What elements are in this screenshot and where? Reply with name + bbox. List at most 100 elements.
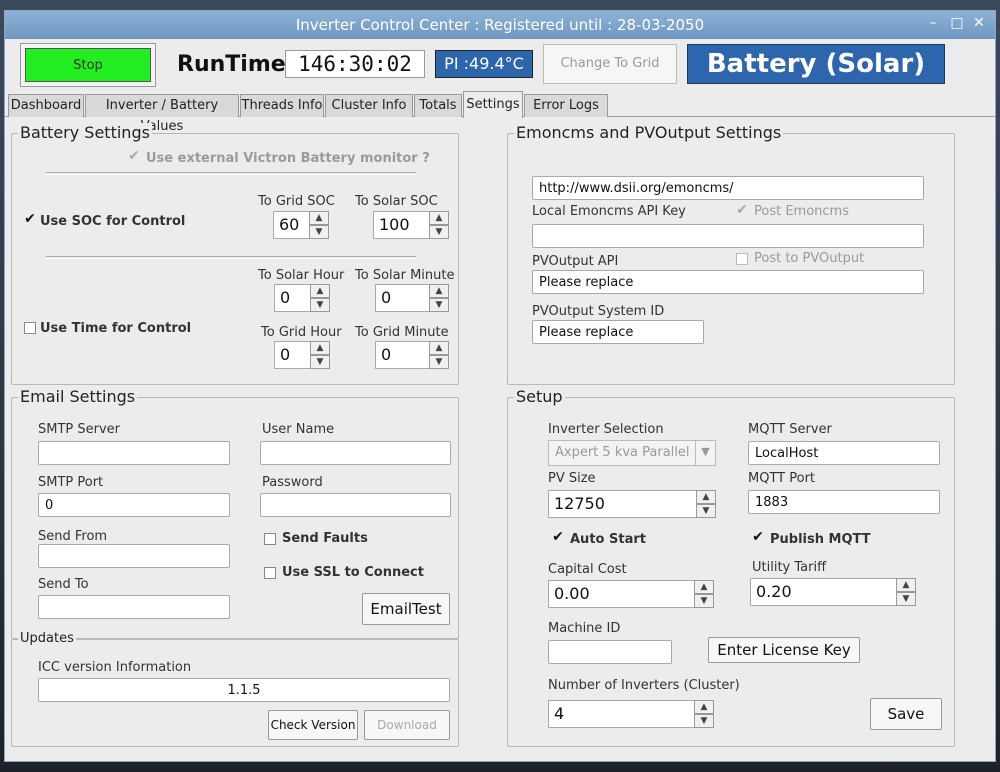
num-inverters-value[interactable]: 4 bbox=[548, 700, 694, 728]
toolbar: Stop RunTime 146:30:02 PI :49.4°C Change… bbox=[5, 39, 995, 95]
send-from-input[interactable] bbox=[38, 544, 230, 568]
to-grid-hour-value[interactable]: 0 bbox=[274, 341, 310, 369]
inverter-selection-dropdown[interactable]: Axpert 5 kva Parallel ▼ bbox=[548, 440, 716, 466]
title-bar[interactable]: Inverter Control Center : Registered unt… bbox=[5, 11, 995, 39]
change-to-grid-button[interactable]: Change To Grid bbox=[543, 44, 677, 84]
emoncms-url-input[interactable]: http://www.dsii.org/emoncms/ bbox=[532, 176, 924, 200]
spin-up-icon[interactable]: ▲ bbox=[429, 211, 449, 225]
tab-threads-info[interactable]: Threads Info bbox=[240, 94, 324, 117]
to-solar-soc-spinbox[interactable]: 100 ▲ ▼ bbox=[373, 211, 449, 239]
email-test-button[interactable]: EmailTest bbox=[362, 593, 450, 625]
pv-size-spinbox[interactable]: 12750 ▲ ▼ bbox=[548, 490, 716, 518]
runtime-label: RunTime bbox=[177, 52, 286, 77]
spin-down-icon[interactable]: ▼ bbox=[310, 298, 330, 312]
to-grid-hour-spinbox[interactable]: 0 ▲ ▼ bbox=[274, 341, 330, 369]
victron-checkbox[interactable]: ✔ bbox=[128, 149, 140, 163]
spin-down-icon[interactable]: ▼ bbox=[310, 355, 330, 369]
maximize-icon[interactable]: □ bbox=[947, 15, 967, 33]
utility-tariff-spinbox[interactable]: 0.20 ▲ ▼ bbox=[750, 578, 916, 606]
emoncms-pvoutput-group: Emoncms and PVOutput Settings http://www… bbox=[507, 123, 955, 385]
utility-tariff-label: Utility Tariff bbox=[752, 560, 827, 575]
spin-down-icon[interactable]: ▼ bbox=[429, 355, 449, 369]
smtp-server-input[interactable] bbox=[38, 441, 230, 465]
smtp-port-input[interactable]: 0 bbox=[38, 493, 230, 517]
post-emoncms-checkbox[interactable]: ✔ bbox=[736, 203, 748, 217]
enter-license-key-button[interactable]: Enter License Key bbox=[708, 637, 860, 663]
send-faults-checkbox[interactable] bbox=[264, 533, 276, 545]
tab-cluster-info[interactable]: Cluster Info bbox=[325, 94, 413, 117]
num-inverters-label: Number of Inverters (Cluster) bbox=[548, 678, 740, 693]
pvoutput-api-label: PVOutput API bbox=[532, 254, 619, 269]
user-name-input[interactable] bbox=[260, 441, 451, 465]
spin-up-icon[interactable]: ▲ bbox=[309, 211, 329, 225]
chevron-down-icon[interactable]: ▼ bbox=[695, 441, 715, 465]
updates-group: Updates ICC version Information 1.1.5 Ch… bbox=[11, 631, 459, 747]
to-grid-soc-label: To Grid SOC bbox=[258, 194, 335, 209]
version-info-label: ICC version Information bbox=[38, 660, 192, 675]
to-solar-minute-value[interactable]: 0 bbox=[375, 284, 429, 312]
spin-up-icon[interactable]: ▲ bbox=[310, 341, 330, 355]
use-ssl-checkbox[interactable] bbox=[264, 567, 276, 579]
to-grid-soc-spinbox[interactable]: 60 ▲ ▼ bbox=[273, 211, 329, 239]
close-icon[interactable]: ✕ bbox=[969, 15, 989, 33]
num-inverters-spinbox[interactable]: 4 ▲ ▼ bbox=[548, 700, 714, 728]
spin-down-icon[interactable]: ▼ bbox=[896, 592, 916, 606]
to-grid-minute-label: To Grid Minute bbox=[355, 325, 449, 340]
minimize-icon[interactable]: – bbox=[923, 15, 943, 33]
to-solar-soc-label: To Solar SOC bbox=[355, 194, 438, 209]
check-version-button[interactable]: Check Version bbox=[268, 710, 358, 740]
battery-settings-group: Battery Settings ✔ Use external Victron … bbox=[11, 123, 459, 385]
spin-down-icon[interactable]: ▼ bbox=[309, 225, 329, 239]
spin-up-icon[interactable]: ▲ bbox=[694, 700, 714, 714]
mqtt-server-input[interactable]: LocalHost bbox=[748, 441, 940, 465]
tab-settings[interactable]: Settings bbox=[463, 91, 523, 118]
use-time-checkbox[interactable] bbox=[24, 322, 36, 334]
to-grid-minute-spinbox[interactable]: 0 ▲ ▼ bbox=[375, 341, 449, 369]
tab-error-logs[interactable]: Error Logs bbox=[524, 94, 608, 117]
victron-label: Use external Victron Battery monitor ? bbox=[146, 151, 430, 166]
mqtt-port-label: MQTT Port bbox=[748, 471, 816, 486]
spin-up-icon[interactable]: ▲ bbox=[696, 490, 716, 504]
spin-up-icon[interactable]: ▲ bbox=[310, 284, 330, 298]
pvoutput-api-input[interactable]: Please replace bbox=[532, 270, 924, 294]
spin-up-icon[interactable]: ▲ bbox=[694, 580, 714, 594]
spin-down-icon[interactable]: ▼ bbox=[694, 594, 714, 608]
tab-inverter-battery-values[interactable]: Inverter / Battery Values bbox=[85, 94, 239, 134]
password-input[interactable] bbox=[260, 493, 451, 517]
mode-banner: Battery (Solar) bbox=[687, 44, 945, 84]
utility-tariff-value[interactable]: 0.20 bbox=[750, 578, 896, 606]
spin-up-icon[interactable]: ▲ bbox=[896, 578, 916, 592]
pvoutput-system-input[interactable]: Please replace bbox=[532, 320, 704, 344]
pv-size-value[interactable]: 12750 bbox=[548, 490, 696, 518]
to-solar-soc-value[interactable]: 100 bbox=[373, 211, 429, 239]
download-button[interactable]: Download bbox=[364, 710, 450, 740]
publish-mqtt-checkbox[interactable]: ✔ bbox=[752, 530, 764, 544]
send-from-label: Send From bbox=[38, 529, 108, 544]
app-window: Inverter Control Center : Registered unt… bbox=[4, 10, 996, 762]
send-to-input[interactable] bbox=[38, 595, 230, 619]
spin-down-icon[interactable]: ▼ bbox=[429, 298, 449, 312]
post-pvoutput-checkbox[interactable] bbox=[736, 253, 748, 265]
use-soc-checkbox[interactable]: ✔ bbox=[24, 212, 36, 226]
api-key-input[interactable] bbox=[532, 224, 924, 248]
to-solar-hour-value[interactable]: 0 bbox=[274, 284, 310, 312]
stop-button[interactable]: Stop bbox=[25, 48, 151, 82]
spin-down-icon[interactable]: ▼ bbox=[696, 504, 716, 518]
save-button[interactable]: Save bbox=[870, 698, 942, 730]
auto-start-checkbox[interactable]: ✔ bbox=[552, 530, 564, 544]
spin-down-icon[interactable]: ▼ bbox=[694, 714, 714, 728]
to-solar-hour-spinbox[interactable]: 0 ▲ ▼ bbox=[274, 284, 330, 312]
tab-totals[interactable]: Totals bbox=[414, 94, 462, 117]
mqtt-port-input[interactable]: 1883 bbox=[748, 490, 940, 514]
spin-up-icon[interactable]: ▲ bbox=[429, 284, 449, 298]
machine-id-input[interactable] bbox=[548, 640, 672, 664]
setup-title: Setup bbox=[514, 387, 565, 406]
capital-cost-spinbox[interactable]: 0.00 ▲ ▼ bbox=[548, 580, 714, 608]
to-grid-minute-value[interactable]: 0 bbox=[375, 341, 429, 369]
spin-up-icon[interactable]: ▲ bbox=[429, 341, 449, 355]
to-solar-minute-spinbox[interactable]: 0 ▲ ▼ bbox=[375, 284, 449, 312]
spin-down-icon[interactable]: ▼ bbox=[429, 225, 449, 239]
tab-dashboard[interactable]: Dashboard bbox=[8, 94, 84, 117]
to-grid-soc-value[interactable]: 60 bbox=[273, 211, 309, 239]
capital-cost-value[interactable]: 0.00 bbox=[548, 580, 694, 608]
